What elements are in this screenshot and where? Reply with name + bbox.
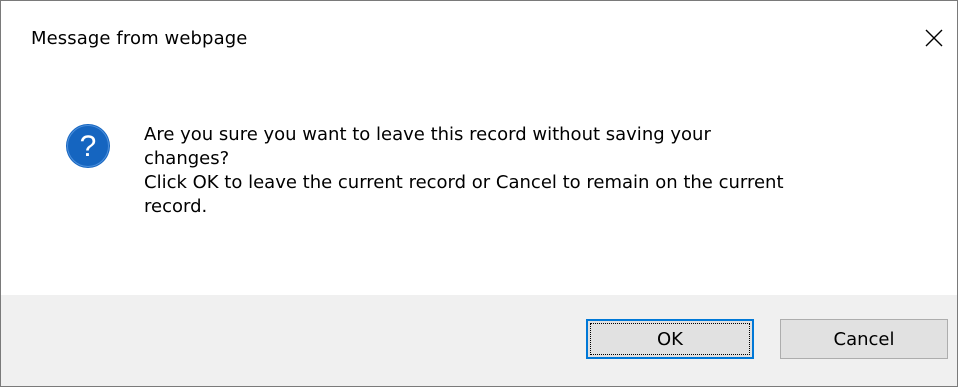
dialog-title: Message from webpage bbox=[31, 28, 248, 49]
focus-ring bbox=[590, 323, 750, 355]
close-button[interactable] bbox=[911, 15, 957, 61]
message-line: changes? bbox=[144, 148, 230, 169]
message-line: Click OK to leave the current record or … bbox=[144, 172, 784, 193]
dialog-message: Are you sure you want to leave this reco… bbox=[144, 123, 934, 219]
title-bar: Message from webpage bbox=[1, 1, 957, 83]
dialog-body: ? Are you sure you want to leave this re… bbox=[1, 83, 957, 295]
message-dialog: Message from webpage ? Are you sure you … bbox=[0, 0, 958, 387]
svg-text:?: ? bbox=[80, 130, 97, 163]
message-line: record. bbox=[144, 196, 208, 217]
ok-button[interactable]: OK bbox=[586, 319, 754, 359]
cancel-button[interactable]: Cancel bbox=[780, 319, 948, 359]
button-bar: OK Cancel bbox=[1, 295, 957, 386]
close-icon bbox=[925, 29, 943, 47]
question-icon: ? bbox=[66, 124, 110, 168]
message-line: Are you sure you want to leave this reco… bbox=[144, 124, 711, 145]
cancel-button-label: Cancel bbox=[833, 328, 895, 350]
